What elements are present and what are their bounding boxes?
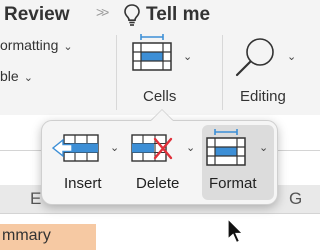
format-as-table-option[interactable]: ble ⌄ [0,68,33,84]
ribbon: Review >> Tell me ormatting ⌄ ble ⌄ ⌄ Cell… [0,0,320,115]
formatting-label: ormatting [0,37,59,53]
insert-cells-button[interactable]: ⌄ Insert [48,121,121,204]
cells-group-label[interactable]: Cells [143,88,176,105]
search-icon[interactable] [233,36,277,80]
group-divider [222,35,223,110]
chevron-down-icon: ⌄ [110,142,120,154]
format-cells-icon [206,129,246,166]
chevron-down-icon[interactable]: ⌄ [183,50,192,63]
summary-cell[interactable]: mmary [0,224,96,250]
column-header-g[interactable]: G [289,189,302,209]
delete-cells-icon [131,134,173,162]
table-label: ble [0,68,19,84]
insert-label: Insert [64,175,102,192]
conditional-formatting-option[interactable]: ormatting ⌄ [0,37,73,53]
ribbon-tab-bar: Review >> Tell me [0,0,320,30]
delete-label: Delete [136,175,180,192]
insert-cells-icon [52,134,99,162]
lightbulb-icon [124,4,140,26]
row-divider [0,213,320,214]
format-cells-button[interactable]: ⌄ Format [202,125,274,200]
column-header-e[interactable]: E [30,189,41,209]
pointer-cursor-icon [227,218,244,244]
chevron-down-icon: ⌄ [23,72,33,84]
delete-cells-button[interactable]: ⌄ Delete [126,121,200,204]
overflow-tabs-chevron[interactable]: >> [96,4,109,20]
chevron-down-icon: ⌄ [63,41,73,53]
cells-popover: ⌄ Insert ⌄ Delete ⌄ Format [41,120,278,205]
cells-format-icon[interactable] [132,34,172,72]
editing-group-label[interactable]: Editing [240,88,286,105]
group-divider [116,35,117,110]
chevron-down-icon[interactable]: ⌄ [287,50,296,63]
chevron-down-icon: ⌄ [259,142,269,154]
tab-review[interactable]: Review [4,4,69,26]
popover-arrow-fill [151,110,173,121]
chevron-down-icon: ⌄ [186,142,196,154]
format-label: Format [209,175,257,192]
tell-me-search[interactable]: Tell me [146,4,210,26]
summary-cell-text: mmary [2,227,51,244]
